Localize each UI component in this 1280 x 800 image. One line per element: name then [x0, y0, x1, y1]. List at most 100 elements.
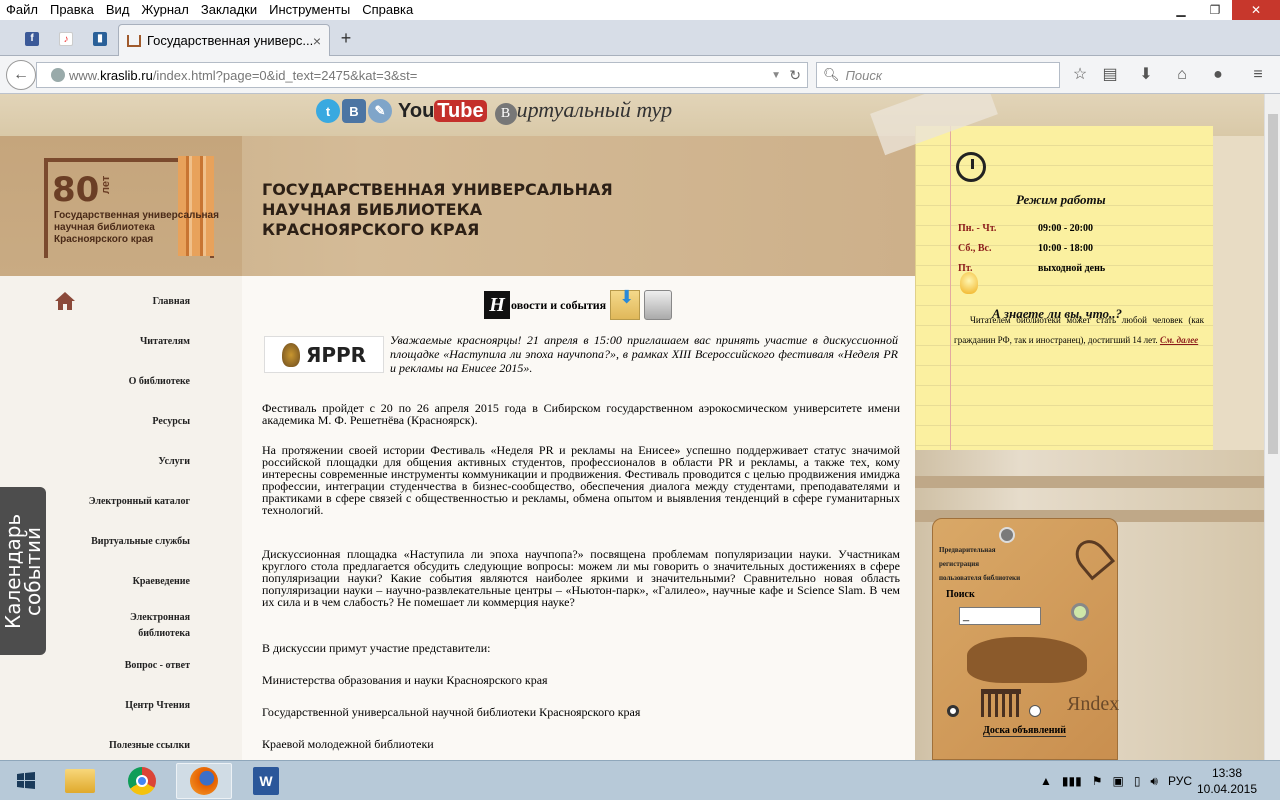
youtube-icon[interactable]: You Tube — [398, 99, 487, 123]
see-more-link[interactable]: См. далее — [1160, 335, 1198, 345]
sidebar-item-resources[interactable]: Ресурсы — [30, 414, 190, 430]
taskbar-clock[interactable]: 13:38 10.04.2015 — [1190, 765, 1264, 797]
battery-icon[interactable]: ▯ — [1134, 774, 1141, 788]
clock-time: 13:38 — [1211, 766, 1243, 780]
vkontakte-icon[interactable]: B — [342, 99, 366, 123]
sidebar-item-home[interactable]: Главная — [30, 294, 190, 310]
pinned-tab-facebook[interactable]: f — [18, 26, 46, 52]
social-links: t B ✎ You Tube Виртуальный тур — [316, 96, 672, 126]
network-icon[interactable]: ▣ — [1112, 774, 1123, 788]
facebook-icon: f — [25, 32, 39, 46]
note-margin-line — [950, 126, 951, 450]
chrome-icon — [128, 767, 156, 795]
pinned-tab-chat[interactable]: ▮ — [86, 26, 114, 52]
signal-icon[interactable]: ▮▮▮ — [1062, 774, 1082, 788]
search-icon: 🔍︎ — [823, 67, 840, 82]
start-button[interactable] — [0, 763, 52, 799]
tab-title: Государственная универс... — [147, 33, 313, 48]
url-bar[interactable]: www.kraslib.ru/index.html?page=0&id_text… — [36, 62, 808, 88]
hamburger-menu-icon[interactable]: ≡ — [1248, 65, 1268, 85]
sidebar-item-e-library[interactable]: Электронная библиотека — [120, 610, 190, 642]
search-yandex-radio[interactable] — [1029, 705, 1041, 717]
taskbar-word[interactable]: W — [238, 763, 294, 799]
tab-active[interactable]: Государственная универс... × — [118, 24, 330, 56]
reading-list-icon[interactable]: ▤ — [1100, 65, 1120, 85]
registration-link[interactable]: Предварительная регистрация пользователя… — [939, 543, 1020, 585]
hours-row: Пт. выходной день — [958, 262, 1105, 276]
menu-tools[interactable]: Инструменты — [263, 0, 356, 20]
site-title-line: НАУЧНАЯ БИБЛИОТЕКА — [262, 200, 483, 219]
virtual-tour-link[interactable]: Виртуальный тур — [494, 97, 673, 125]
sidebar-item-local-history[interactable]: Краеведение — [30, 574, 190, 590]
chat-bubble-icon[interactable]: ● — [1208, 65, 1228, 85]
bulletin-board-link[interactable]: Доска объявлений — [983, 725, 1067, 737]
livejournal-icon[interactable]: ✎ — [368, 99, 392, 123]
sidebar-item-qa[interactable]: Вопрос - ответ — [30, 658, 190, 674]
home-icon[interactable]: ⌂ — [1172, 65, 1192, 85]
twitter-icon[interactable]: t — [316, 99, 340, 123]
keyboard-language[interactable]: РУС — [1168, 774, 1192, 788]
search-input[interactable]: 🔍︎ Поиск — [816, 62, 1060, 88]
magnifier-icon[interactable] — [1071, 603, 1089, 621]
close-window-icon[interactable]: ✕ — [1232, 0, 1280, 20]
tray-expand-icon[interactable]: ▲ — [1040, 774, 1052, 788]
menu-bookmarks[interactable]: Закладки — [195, 0, 263, 20]
article-paragraph: На протяжении своей истории Фестиваль «Н… — [262, 443, 900, 517]
menu-edit[interactable]: Правка — [44, 0, 100, 20]
sidebar-item-useful-links[interactable]: Полезные ссылки — [30, 738, 190, 754]
restore-icon[interactable]: ❐ — [1198, 0, 1232, 20]
sidebar-item-services[interactable]: Услуги — [30, 454, 190, 470]
virtual-tour-label: иртуальный тур — [516, 97, 673, 122]
taskbar-chrome[interactable] — [114, 763, 170, 799]
sidebar-item-catalog[interactable]: Электронный каталог — [30, 494, 190, 510]
flag-icon[interactable]: ⚑ — [1092, 774, 1103, 788]
page-scrollbar[interactable] — [1264, 94, 1280, 760]
search-placeholder: Поиск — [845, 67, 883, 83]
site-search-input[interactable]: _ — [959, 607, 1041, 625]
subscribe-envelope-icon[interactable]: ⬇ — [610, 287, 641, 320]
menu-help[interactable]: Справка — [356, 0, 419, 20]
menu-history[interactable]: Журнал — [135, 0, 194, 20]
scrollbar-thumb[interactable] — [1268, 114, 1278, 454]
pinned-tab-music[interactable]: ♪ — [52, 26, 80, 52]
word-icon: W — [253, 767, 279, 795]
logo-number: 80 — [52, 170, 100, 210]
download-icon[interactable]: ⬇ — [1136, 65, 1156, 85]
printer-icon[interactable] — [644, 290, 673, 320]
yarpr-text: ЯРPR — [305, 342, 367, 367]
yandex-logo: Яndex — [1067, 693, 1120, 715]
menu-file[interactable]: Файл — [0, 0, 44, 20]
hours-title: Режим работы — [1016, 192, 1106, 207]
volume-icon[interactable]: 🔊︎ — [1150, 774, 1158, 789]
site-logo[interactable]: 80 лет Государственная универсальная нау… — [0, 136, 242, 276]
taskbar-firefox[interactable] — [176, 763, 232, 799]
taskbar-explorer[interactable] — [52, 763, 108, 799]
chat-icon: ▮ — [93, 32, 107, 46]
tab-bar: f ♪ ▮ Государственная универс... × + — [0, 20, 1280, 56]
library-building-icon — [981, 689, 1021, 717]
new-tab-button[interactable]: + — [336, 28, 356, 48]
info-note: Режим работы Пн. - Чт. 09:00 - 20:00 Сб.,… — [915, 126, 1213, 450]
bookmark-star-icon[interactable]: ☆ — [1070, 65, 1090, 85]
wood-stripe — [915, 476, 1264, 488]
globe-icon — [51, 68, 65, 82]
search-library-radio[interactable] — [947, 705, 959, 717]
clock-date: 10.04.2015 — [1196, 782, 1258, 796]
dropdown-arrow-icon[interactable]: ▼ — [771, 70, 781, 81]
article-intro: Уважаемые красноярцы! 21 апреля в 15:00 … — [390, 333, 898, 375]
back-button[interactable]: ← — [6, 60, 36, 90]
menu-bar: Файл Правка Вид Журнал Закладки Инструме… — [0, 0, 1280, 20]
sidebar-item-about[interactable]: О библиотеке — [30, 374, 190, 390]
minimize-icon[interactable]: ▁ — [1164, 0, 1198, 20]
search-tag-widget: Предварительная регистрация пользователя… — [932, 518, 1120, 760]
menu-view[interactable]: Вид — [100, 0, 136, 20]
news-title: овости и события — [511, 297, 607, 312]
calendar-tab[interactable]: Календарь событий — [0, 487, 46, 655]
sidebar-item-readers[interactable]: Читателям — [30, 334, 190, 350]
sidebar-item-reading-center[interactable]: Центр Чтения — [30, 698, 190, 714]
sidebar-item-virtual-services[interactable]: Виртуальные службы — [30, 534, 190, 550]
windows-logo-icon — [17, 772, 35, 789]
calendar-label: Календарь событий — [1, 513, 45, 629]
reload-icon[interactable]: ↻ — [789, 67, 801, 84]
close-tab-icon[interactable]: × — [313, 33, 321, 49]
